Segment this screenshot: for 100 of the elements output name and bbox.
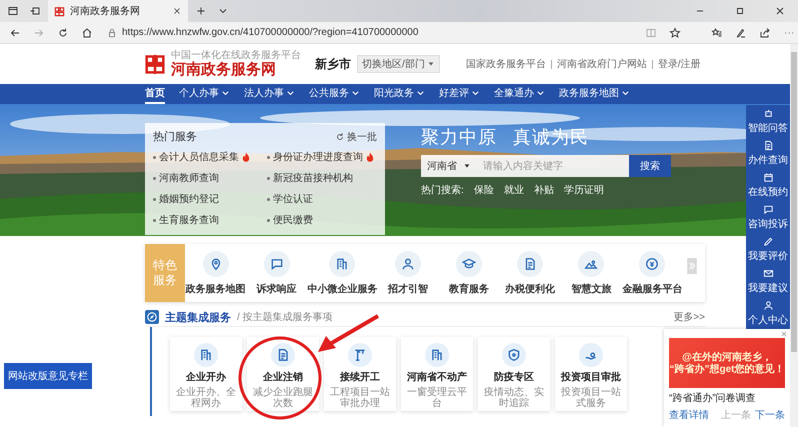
caret-icon <box>471 88 480 98</box>
nav-item[interactable]: 阳光政务 <box>374 84 425 104</box>
logo-icon <box>145 54 165 74</box>
service-link[interactable]: 身份证办理进度查询 <box>273 150 363 164</box>
more-link[interactable]: 更多>> <box>673 310 705 324</box>
scrollbar-thumb[interactable] <box>791 52 797 352</box>
feature-link[interactable]: 教育服务 <box>448 282 489 296</box>
hand-coin-icon <box>579 343 603 367</box>
landscape-icon[interactable] <box>578 250 604 276</box>
keyword-link[interactable]: 保险 <box>474 183 494 197</box>
service-card[interactable]: 企业注销 减少企业跑腿次数 <box>247 337 319 411</box>
document-icon[interactable] <box>517 250 544 276</box>
crane-icon <box>348 343 372 367</box>
header-link[interactable]: 河南省政府门户网站 <box>556 57 647 71</box>
feature-link[interactable]: 招才引智 <box>388 282 428 296</box>
person-icon[interactable] <box>394 250 421 276</box>
graduation-cap-icon[interactable] <box>456 250 482 276</box>
close-icon[interactable] <box>172 6 182 16</box>
banner-text: @在外的河南老乡， <box>682 352 772 362</box>
browser-tab[interactable]: 河南政务服务网 <box>48 0 188 22</box>
feedback-button[interactable]: 网站改版意见专栏 <box>4 363 92 389</box>
chat-icon[interactable] <box>264 250 290 276</box>
section-subtitle: / 按主题集成服务事项 <box>237 310 333 324</box>
feature-link[interactable]: 智慧文旅 <box>571 282 612 296</box>
nav-item[interactable]: 全豫通办 <box>494 84 545 104</box>
feature-link[interactable]: 政务服务地图 <box>186 282 246 296</box>
service-link[interactable]: 学位认证 <box>273 192 313 206</box>
banner-text: “跨省办”想get您的意见！ <box>670 364 784 374</box>
feature-link[interactable]: 金融服务平台 <box>622 282 682 296</box>
feature-link[interactable]: 诉求响应 <box>256 282 297 296</box>
sidebar-item[interactable]: 我要评价 <box>746 233 790 265</box>
service-link[interactable]: 生育服务查询 <box>159 213 219 227</box>
details-link[interactable]: 查看详情 <box>669 408 709 422</box>
caret-icon <box>536 88 545 98</box>
search-field[interactable]: 请输入内容关键字 <box>477 155 629 177</box>
service-card[interactable]: 防疫专区 疫情动态、实时追踪 <box>478 337 550 411</box>
feature-link[interactable]: 中小微企业服务 <box>307 282 378 296</box>
caret-icon <box>286 88 295 98</box>
caret-icon <box>426 60 435 68</box>
slogan-text: 聚力中原 <box>421 126 497 149</box>
survey-title: “跨省通办”问卷调查 <box>669 392 757 405</box>
building-icon[interactable] <box>329 250 356 276</box>
region-switch-button[interactable]: 切换地区/部门 <box>357 55 440 73</box>
sidebar-item[interactable]: 智能问答 <box>746 105 790 137</box>
document-icon <box>271 343 295 367</box>
keyword-link[interactable]: 学历证明 <box>564 183 604 197</box>
robot-icon <box>762 108 774 118</box>
service-link[interactable]: 便民缴费 <box>273 213 313 227</box>
hot-search-label: 热门搜索: <box>421 184 464 197</box>
service-card[interactable]: 河南省不动产 一窗受理云平台 <box>401 337 473 411</box>
nav-item[interactable]: 公共服务 <box>309 84 360 104</box>
service-card[interactable]: 接续开工 工程项目一站审批办理 <box>324 337 396 411</box>
nav-item[interactable]: 政务服务地图 <box>559 84 630 104</box>
refresh-link[interactable]: 换一批 <box>335 130 377 144</box>
logo-icon <box>54 6 65 16</box>
building-icon <box>194 343 218 367</box>
building-icon <box>425 343 449 367</box>
calendar-icon <box>762 172 774 182</box>
service-link[interactable]: 新冠疫苗接种机构 <box>273 171 353 185</box>
pen-icon <box>762 236 774 246</box>
site-title: 河南政务服务网 <box>171 61 277 78</box>
caret-icon <box>621 88 630 98</box>
sidebar-item[interactable]: 咨询投诉 <box>746 201 790 233</box>
header-link[interactable]: 登录/注册 <box>658 57 701 71</box>
header-link[interactable]: 国家政务服务平台 <box>466 57 546 71</box>
service-link[interactable]: 河南教师查询 <box>159 171 219 185</box>
region-dropdown[interactable]: 河南省 <box>421 155 477 177</box>
service-link[interactable]: 婚姻预约登记 <box>159 192 219 206</box>
feature-badge: 特色服务 <box>145 244 185 302</box>
caret-icon <box>463 162 471 170</box>
nav-item[interactable]: 好差评 <box>439 84 480 104</box>
sidebar-item[interactable]: 我要建议 <box>746 265 790 297</box>
feature-link[interactable]: 办税便利化 <box>505 282 556 296</box>
mail-icon <box>762 268 774 278</box>
caret-icon <box>221 88 230 98</box>
caret-icon <box>416 88 425 98</box>
service-link[interactable]: 会计人员信息采集 <box>159 150 239 164</box>
chat-icon <box>762 204 774 214</box>
nav-item[interactable]: 法人办事 <box>244 84 295 104</box>
section-title: 主题集成服务 <box>165 310 231 324</box>
map-pin-icon[interactable] <box>202 250 229 276</box>
sidebar-item[interactable]: 个人中心 <box>746 297 790 329</box>
survey-banner[interactable]: @在外的河南老乡， “跨省办”想get您的意见！ <box>669 338 785 388</box>
compass-icon <box>145 310 159 324</box>
sidebar-item[interactable]: 办件查询 <box>746 137 790 169</box>
city-name: 新乡市 <box>315 56 351 72</box>
document-icon <box>762 140 774 150</box>
lock-icon <box>107 28 117 38</box>
sidebar-item[interactable]: 在线预约 <box>746 169 790 201</box>
next-link[interactable]: 下一条 <box>755 408 785 422</box>
search-button[interactable]: 搜索 <box>629 155 671 177</box>
person-icon <box>762 300 774 310</box>
service-card[interactable]: 企业开办 企业开办、全程网办 <box>170 337 242 411</box>
nav-item[interactable]: 个人办事 <box>179 84 230 104</box>
coin-icon[interactable] <box>639 250 666 276</box>
shield-icon <box>502 343 526 367</box>
caret-icon <box>351 88 360 98</box>
keyword-link[interactable]: 补贴 <box>534 183 554 197</box>
keyword-link[interactable]: 就业 <box>504 183 524 197</box>
service-card[interactable]: 投资项目审批 投资项目一站式服务 <box>555 337 627 411</box>
